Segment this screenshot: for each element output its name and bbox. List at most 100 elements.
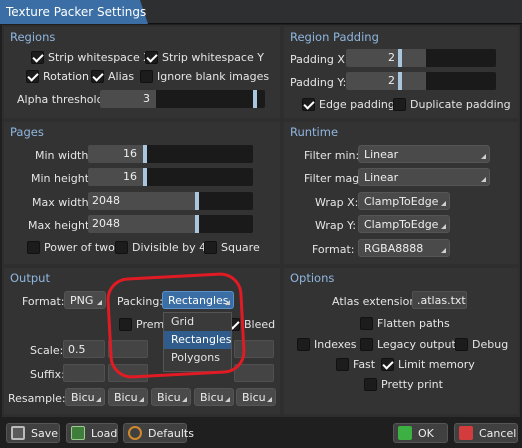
- duplicate-padding-label: Duplicate padding: [410, 98, 511, 111]
- wrap-x-label: Wrap X:: [315, 196, 359, 209]
- suffix-field-5[interactable]: [234, 364, 274, 382]
- strip-whitespace-x-checkbox[interactable]: [31, 51, 44, 64]
- max-height-slider[interactable]: 2048: [88, 215, 253, 233]
- ignore-blank-images-label: Ignore blank images: [157, 70, 270, 83]
- pages-header: Pages: [10, 125, 44, 139]
- wrap-y-label: Wrap Y:: [315, 219, 357, 232]
- resample-dropdown-2[interactable]: Bicu: [108, 388, 148, 406]
- bleed-label: Bleed: [244, 318, 276, 331]
- resample-dropdown-4[interactable]: Bicu: [194, 388, 234, 406]
- reset-icon: [128, 426, 142, 440]
- padding-x-value: 2: [388, 51, 395, 64]
- cancel-button[interactable]: Cancel: [454, 423, 518, 443]
- strip-whitespace-y-label: Strip whitespace Y: [162, 51, 264, 64]
- padding-y-slider[interactable]: 2: [346, 72, 496, 90]
- output-format-label: Format:: [22, 295, 65, 308]
- indexes-label: Indexes: [314, 338, 357, 351]
- max-width-label: Max width:: [32, 196, 93, 209]
- load-button[interactable]: Load: [66, 423, 118, 443]
- rotation-label: Rotation: [43, 70, 90, 83]
- debug-label: Debug: [472, 338, 509, 351]
- check-icon: [398, 426, 412, 440]
- fast-checkbox[interactable]: [336, 358, 349, 371]
- suffix-label: Suffix:: [30, 368, 65, 381]
- divisible-by-4-checkbox[interactable]: [115, 241, 128, 254]
- max-width-value: 2048: [92, 194, 120, 207]
- limit-memory-checkbox[interactable]: [381, 358, 394, 371]
- padding-y-value: 2: [388, 74, 395, 87]
- min-width-slider[interactable]: 16: [88, 145, 253, 163]
- square-checkbox[interactable]: [204, 241, 217, 254]
- min-height-value: 16: [123, 170, 137, 183]
- wrap-y-dropdown[interactable]: ClampToEdge: [358, 215, 450, 233]
- resample-dropdown-1[interactable]: Bicu: [65, 388, 105, 406]
- save-label: Save: [31, 427, 59, 440]
- window-title: Texture Packer Settings: [6, 5, 147, 19]
- load-icon: [71, 426, 85, 440]
- duplicate-padding-checkbox[interactable]: [393, 98, 406, 111]
- ok-button[interactable]: OK: [393, 423, 448, 443]
- fast-label: Fast: [353, 358, 376, 371]
- defaults-label: Defaults: [148, 427, 194, 440]
- strip-whitespace-y-checkbox[interactable]: [145, 51, 158, 64]
- save-button[interactable]: Save: [6, 423, 60, 443]
- legacy-output-label: Legacy output: [377, 338, 456, 351]
- strip-whitespace-x-label: Strip whitespace X: [48, 51, 151, 64]
- flatten-paths-label: Flatten paths: [377, 317, 450, 330]
- power-of-two-checkbox[interactable]: [27, 241, 40, 254]
- annotation-circle: [105, 271, 247, 380]
- edge-padding-checkbox[interactable]: [302, 98, 315, 111]
- min-width-label: Min width:: [35, 149, 93, 162]
- alias-label: Alias: [108, 70, 135, 83]
- alpha-threshold-label: Alpha threshold:: [17, 93, 108, 106]
- runtime-header: Runtime: [290, 125, 339, 139]
- pretty-print-label: Pretty print: [381, 378, 443, 391]
- suffix-field-1[interactable]: [63, 364, 105, 382]
- power-of-two-label: Power of two: [44, 241, 115, 254]
- alpha-threshold-value: 3: [143, 92, 150, 105]
- filter-min-label: Filter min:: [304, 149, 360, 162]
- runtime-format-dropdown[interactable]: RGBA8888: [358, 239, 450, 257]
- min-width-value: 16: [123, 147, 137, 160]
- cancel-label: Cancel: [479, 427, 517, 440]
- alias-checkbox[interactable]: [91, 70, 104, 83]
- pretty-print-checkbox[interactable]: [364, 378, 377, 391]
- runtime-format-label: Format:: [312, 243, 355, 256]
- scale-label: Scale:: [30, 344, 64, 357]
- flatten-paths-checkbox[interactable]: [360, 317, 373, 330]
- rotation-checkbox[interactable]: [26, 70, 39, 83]
- max-width-slider[interactable]: 2048: [88, 192, 253, 210]
- debug-checkbox[interactable]: [455, 338, 468, 351]
- resample-dropdown-3[interactable]: Bicu: [151, 388, 191, 406]
- square-label: Square: [221, 241, 260, 254]
- save-icon: [11, 426, 25, 440]
- filter-min-dropdown[interactable]: Linear: [358, 145, 490, 163]
- padding-x-slider[interactable]: 2: [346, 49, 496, 67]
- ignore-blank-images-checkbox[interactable]: [140, 70, 153, 83]
- cancel-icon: [459, 426, 473, 440]
- options-header: Options: [290, 271, 335, 285]
- filter-mag-label: Filter mag:: [304, 172, 363, 185]
- ok-label: OK: [418, 427, 434, 440]
- padding-y-label: Padding Y:: [290, 76, 347, 89]
- defaults-button[interactable]: Defaults: [123, 423, 194, 443]
- region-padding-header: Region Padding: [290, 30, 379, 44]
- padding-x-label: Padding X:: [290, 53, 349, 66]
- divisible-by-4-label: Divisible by 4: [132, 241, 207, 254]
- filter-mag-dropdown[interactable]: Linear: [358, 168, 490, 186]
- scale-field-1[interactable]: 0.5: [63, 340, 105, 358]
- indexes-checkbox[interactable]: [297, 338, 310, 351]
- resample-dropdown-5[interactable]: Bicu: [236, 388, 276, 406]
- atlas-extension-field[interactable]: .atlas.txt: [412, 291, 467, 309]
- output-format-dropdown[interactable]: PNG: [64, 291, 106, 309]
- limit-memory-label: Limit memory: [398, 358, 475, 371]
- alpha-threshold-slider[interactable]: 3: [100, 90, 265, 108]
- atlas-extension-label: Atlas extension:: [332, 295, 420, 308]
- min-height-slider[interactable]: 16: [88, 168, 253, 186]
- legacy-output-checkbox[interactable]: [360, 338, 373, 351]
- min-height-label: Min height:: [31, 172, 93, 185]
- resample-label: Resample:: [8, 392, 66, 405]
- max-height-value: 2048: [92, 217, 120, 230]
- wrap-x-dropdown[interactable]: ClampToEdge: [358, 192, 450, 210]
- regions-header: Regions: [10, 30, 56, 44]
